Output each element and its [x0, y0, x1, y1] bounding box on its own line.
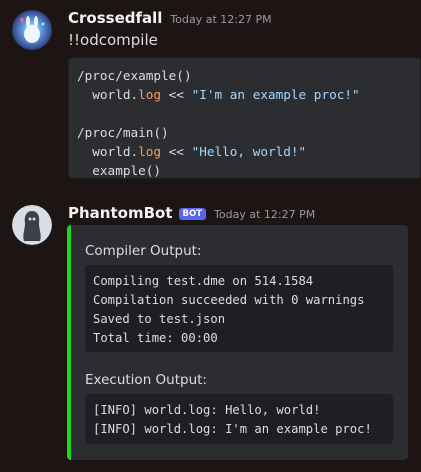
code-block: /proc/example() world.log << "I'm an exa…: [68, 57, 421, 179]
code-token: log: [138, 87, 162, 102]
embed-field-value: [INFO] world.log: Hello, world! [INFO] wo…: [85, 394, 393, 444]
code-token: <<: [161, 144, 192, 159]
output-line: Total time: 00:00: [93, 331, 218, 345]
output-line: Compilation succeeded with 0 warnings: [93, 293, 365, 307]
embed-field-value: Compiling test.dme on 514.1584 Compilatio…: [85, 265, 393, 352]
code-token: /proc/main(): [77, 125, 169, 140]
code-token: world.: [77, 144, 139, 159]
output-line: Saved to test.json: [93, 312, 226, 326]
code-line: /proc/main(): [77, 123, 412, 142]
output-line: Compiling test.dme on 514.1584: [93, 274, 314, 288]
username[interactable]: Crossedfall: [68, 9, 162, 27]
code-line: ​: [77, 104, 412, 123]
avatar[interactable]: [12, 10, 52, 50]
code-line: /proc/example(): [77, 66, 412, 85]
compiler-output: Compiling test.dme on 514.1584 Compilatio…: [93, 272, 385, 348]
code-token: /proc/example(): [77, 68, 192, 83]
timestamp[interactable]: Today at 12:27 PM: [214, 208, 315, 221]
code-token: world.: [77, 87, 139, 102]
code-token: log: [138, 144, 162, 159]
avatar-image: [12, 10, 52, 50]
code-content: /proc/example() world.log << "I'm an exa…: [77, 66, 412, 180]
message-crossedfall: Crossedfall Today at 12:27 PM !!odcompil…: [0, 0, 421, 190]
avatar-image: [12, 205, 52, 245]
embed: Compiler Output: Compiling test.dme on 5…: [67, 225, 408, 460]
message-header: PhantomBot BOT Today at 12:27 PM: [68, 204, 315, 222]
avatar[interactable]: [12, 205, 52, 245]
bot-tag: BOT: [178, 208, 207, 220]
timestamp[interactable]: Today at 12:27 PM: [170, 13, 271, 26]
execution-output: [INFO] world.log: Hello, world! [INFO] wo…: [93, 401, 385, 439]
message-header: Crossedfall Today at 12:27 PM: [68, 9, 272, 27]
code-line: world.log << "Hello, world!": [77, 142, 412, 161]
code-line: example(): [77, 161, 412, 180]
code-token: "I'm an example proc!": [191, 87, 360, 102]
code-token: <<: [161, 87, 192, 102]
output-line: [INFO] world.log: I'm an example proc!: [93, 422, 372, 436]
output-line: [INFO] world.log: Hello, world!: [93, 403, 321, 417]
embed-field-name: Compiler Output:: [85, 243, 202, 259]
message-text: !!odcompile: [68, 31, 158, 49]
embed-field-name: Execution Output:: [85, 372, 207, 388]
code-token: example(): [77, 163, 162, 178]
code-line: world.log << "I'm an example proc!": [77, 85, 412, 104]
code-token: "Hello, world!": [191, 144, 307, 159]
username[interactable]: PhantomBot: [68, 204, 173, 222]
